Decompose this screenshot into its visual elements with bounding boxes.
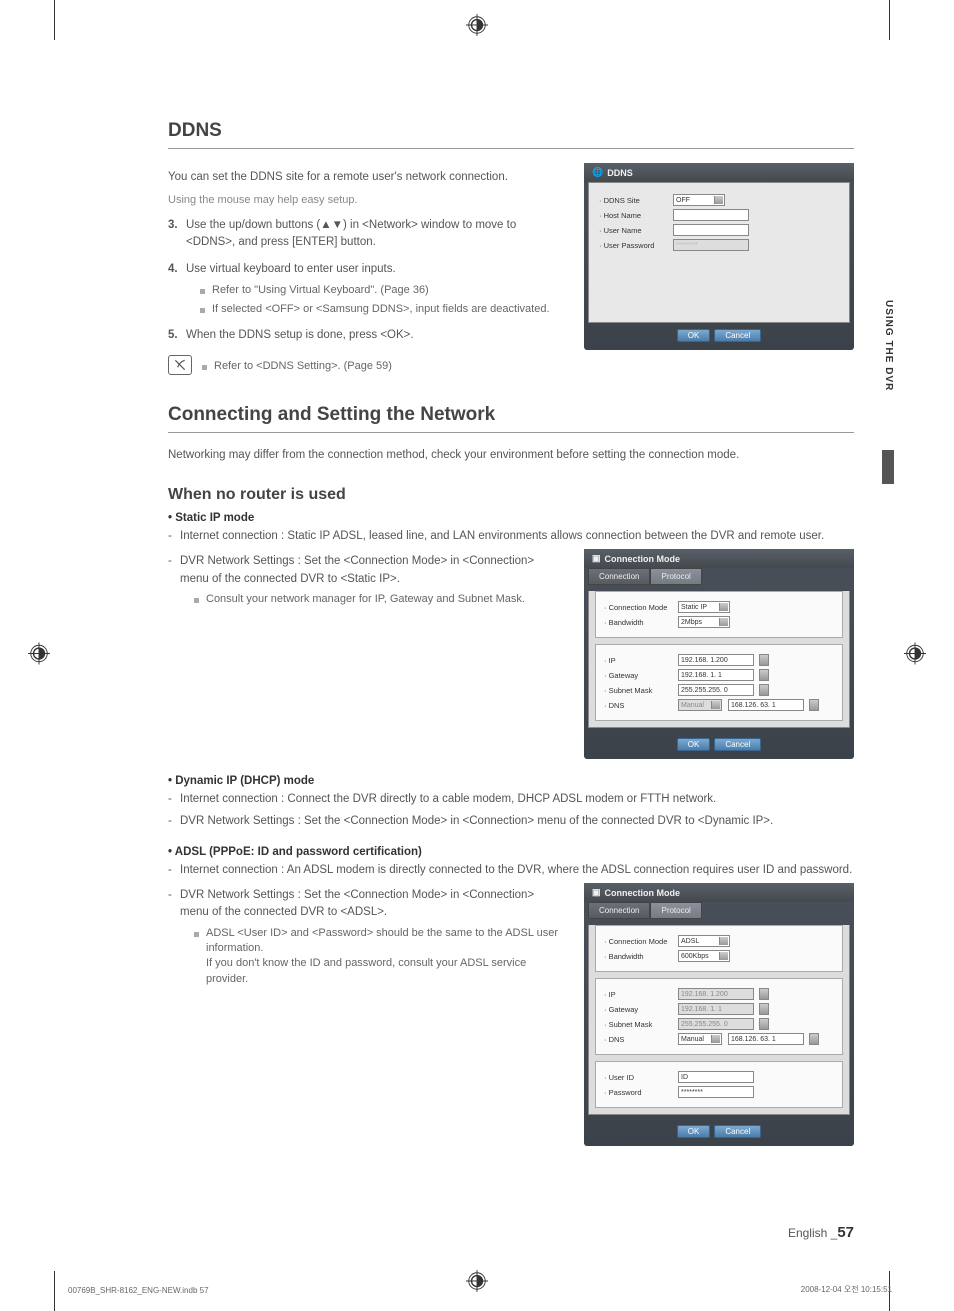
gateway-input: 192.168. 1. 1 <box>678 1003 754 1015</box>
bandwidth-select[interactable]: 600Kbps <box>678 950 730 962</box>
registration-mark-icon <box>904 642 926 669</box>
dhcp-d2: DVR Network Settings : Set the <Connecti… <box>168 813 854 830</box>
ip-input[interactable]: 192.168. 1.200 <box>678 654 754 666</box>
password-input[interactable]: ******** <box>678 1086 754 1098</box>
static-d1: Internet connection : Static IP ADSL, le… <box>168 528 854 545</box>
window-icon: ▣ <box>592 887 601 898</box>
step-3: 3.Use the up/down buttons (▲▼) in <Netwo… <box>168 217 564 252</box>
globe-icon: 🌐 <box>592 167 603 178</box>
footer-right: 2008-12-04 오전 10:15:51 <box>801 1284 892 1295</box>
ok-button[interactable]: OK <box>677 738 711 751</box>
step-4-sub1: Refer to "Using Virtual Keyboard". (Page… <box>200 283 564 298</box>
adsl-d1: Internet connection : An ADSL modem is d… <box>168 862 854 879</box>
cancel-button[interactable]: Cancel <box>714 1125 761 1138</box>
ok-button[interactable]: OK <box>677 1125 711 1138</box>
subnet-input[interactable]: 255.255.255. 0 <box>678 684 754 696</box>
adsl-heading: • ADSL (PPPoE: ID and password certifica… <box>168 846 854 858</box>
dhcp-d1: Internet connection : Connect the DVR di… <box>168 791 854 808</box>
ddns-site-select[interactable]: OFF <box>673 194 725 206</box>
tab-protocol[interactable]: Protocol <box>650 902 701 919</box>
step-4-sub2: If selected <OFF> or <Samsung DDNS>, inp… <box>200 302 564 317</box>
ddns-intro: You can set the DDNS site for a remote u… <box>168 169 564 186</box>
dns-input[interactable]: 168.126. 63. 1 <box>728 1033 804 1045</box>
window-icon: ▣ <box>592 553 601 564</box>
ddns-note: Refer to <DDNS Setting>. (Page 59) <box>202 359 392 374</box>
ip-input: 192.168. 1.200 <box>678 988 754 1000</box>
dns-mode-select[interactable]: Manual <box>678 699 722 711</box>
tab-connection[interactable]: Connection <box>588 902 650 919</box>
side-tab: USING THE DVR <box>883 300 894 391</box>
connection-mode-select[interactable]: Static IP <box>678 601 730 613</box>
screenshot-connection-static: ▣Connection Mode ConnectionProtocol · Co… <box>584 549 854 759</box>
connecting-intro: Networking may differ from the connectio… <box>168 447 854 464</box>
screenshot-connection-adsl: ▣Connection Mode ConnectionProtocol · Co… <box>584 883 854 1146</box>
heading-ddns: DDNS <box>168 120 854 149</box>
heading-no-router: When no router is used <box>168 486 854 504</box>
user-id-input[interactable]: ID <box>678 1071 754 1083</box>
screenshot-ddns: 🌐DDNS · DDNS SiteOFF · Host Name · User … <box>584 163 854 350</box>
registration-mark-icon <box>28 642 50 669</box>
tab-connection[interactable]: Connection <box>588 568 650 585</box>
static-ip-heading: • Static IP mode <box>168 512 854 524</box>
static-d2: DVR Network Settings : Set the <Connecti… <box>168 553 564 588</box>
cancel-button[interactable]: Cancel <box>714 738 761 751</box>
subnet-input: 255.255.255. 0 <box>678 1018 754 1030</box>
registration-mark-icon <box>466 14 488 41</box>
cancel-button[interactable]: Cancel <box>714 329 761 342</box>
tab-protocol[interactable]: Protocol <box>650 568 701 585</box>
adsl-sub1: ADSL <User ID> and <Password> should be … <box>194 926 564 988</box>
footer-left: 00769B_SHR-8162_ENG-NEW.indb 57 <box>68 1286 209 1295</box>
registration-mark-icon <box>466 1270 488 1297</box>
side-tab-marker <box>882 450 894 484</box>
dns-input[interactable]: 168.126. 63. 1 <box>728 699 804 711</box>
adsl-d2: DVR Network Settings : Set the <Connecti… <box>168 887 564 922</box>
heading-connecting: Connecting and Setting the Network <box>168 404 854 433</box>
note-icon <box>168 355 192 375</box>
step-4: 4.Use virtual keyboard to enter user inp… <box>168 261 564 317</box>
connection-mode-select[interactable]: ADSL <box>678 935 730 947</box>
step-5: 5.When the DDNS setup is done, press <OK… <box>168 327 564 344</box>
page-number: English _57 <box>788 1224 854 1241</box>
user-password-input[interactable]: ******** <box>673 239 749 251</box>
static-sub1: Consult your network manager for IP, Gat… <box>194 592 564 607</box>
dhcp-heading: • Dynamic IP (DHCP) mode <box>168 775 854 787</box>
bandwidth-select[interactable]: 2Mbps <box>678 616 730 628</box>
user-name-input[interactable] <box>673 224 749 236</box>
ok-button[interactable]: OK <box>677 329 711 342</box>
dns-mode-select[interactable]: Manual <box>678 1033 722 1045</box>
ddns-intro2: Using the mouse may help easy setup. <box>168 192 564 209</box>
gateway-input[interactable]: 192.168. 1. 1 <box>678 669 754 681</box>
host-name-input[interactable] <box>673 209 749 221</box>
